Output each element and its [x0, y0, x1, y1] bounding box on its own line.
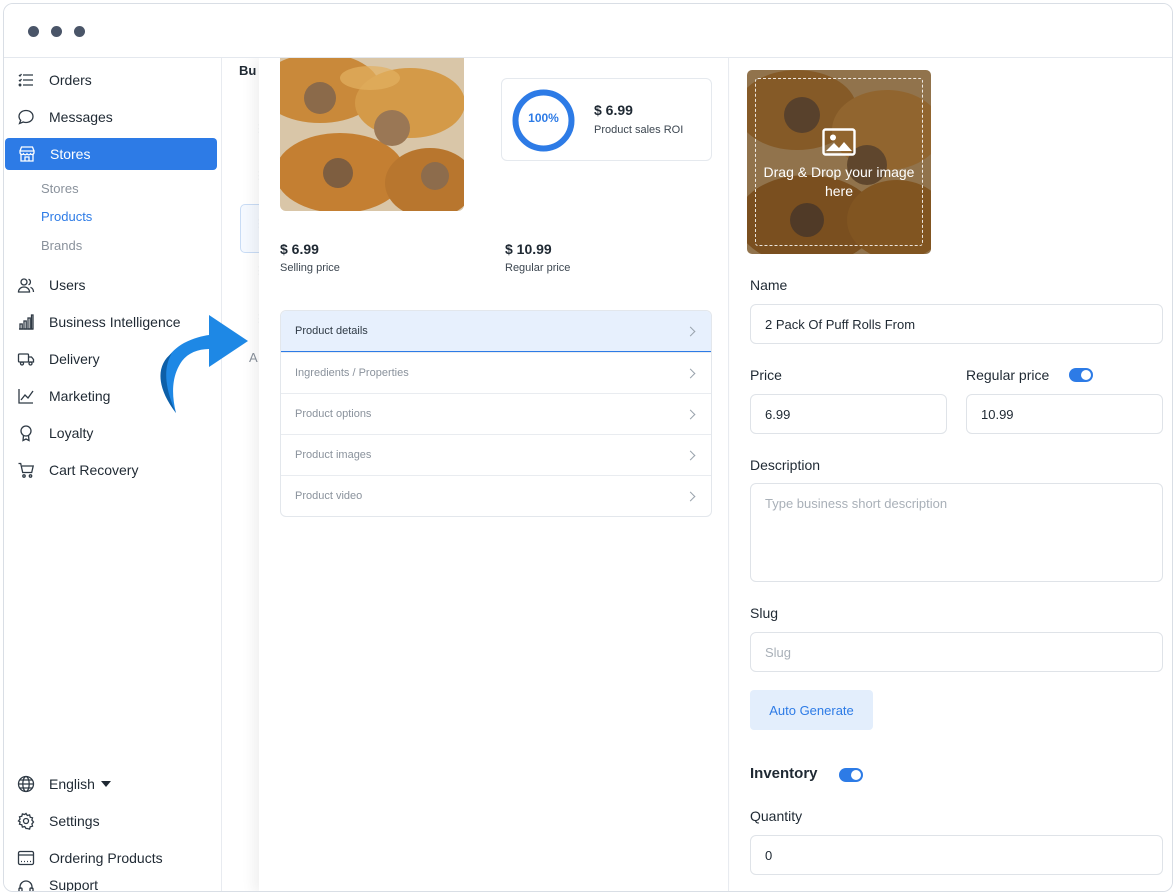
- gear-icon: [16, 811, 36, 831]
- sidebar-subitem-products[interactable]: Products: [41, 209, 92, 224]
- roi-card: 100% $ 6.99 Product sales ROI: [501, 78, 712, 161]
- image-icon: [822, 128, 856, 156]
- window-maximize-button[interactable]: [74, 26, 85, 37]
- regular-price-value: $ 10.99: [505, 241, 552, 257]
- roi-label: Product sales ROI: [594, 124, 684, 136]
- globe-icon: [16, 774, 36, 794]
- background-product-list: Bu A: [222, 58, 270, 891]
- inventory-heading: Inventory: [750, 765, 818, 782]
- sidebar-subitem-stores[interactable]: Stores: [41, 181, 79, 196]
- window-minimize-button[interactable]: [51, 26, 62, 37]
- section-label: Product options: [295, 408, 372, 420]
- description-label: Description: [750, 457, 821, 473]
- language-label: English: [49, 776, 95, 792]
- name-field[interactable]: 2 Pack Of Puff Rolls From: [750, 304, 1163, 344]
- chevron-right-icon: [685, 491, 696, 501]
- inventory-toggle[interactable]: [839, 768, 863, 782]
- regular-price-field[interactable]: 10.99: [966, 394, 1163, 434]
- sidebar-item-label: Delivery: [49, 351, 100, 367]
- name-label: Name: [750, 277, 788, 293]
- sidebar-item-settings[interactable]: Settings: [4, 805, 217, 837]
- quantity-field[interactable]: 0: [750, 835, 1163, 875]
- sidebar-item-label: Support: [49, 877, 99, 892]
- users-icon: [16, 275, 36, 295]
- section-ingredients-properties[interactable]: Ingredients / Properties: [281, 352, 711, 393]
- product-image: [280, 58, 464, 211]
- award-icon: [16, 423, 36, 443]
- truck-icon: [16, 349, 36, 369]
- sidebar-item-label: Marketing: [49, 388, 111, 404]
- selling-price-label: Selling price: [280, 262, 340, 274]
- chevron-right-icon: [685, 450, 696, 460]
- headset-icon: [16, 877, 36, 891]
- product-summary-panel: 100% $ 6.99 Product sales ROI $ 6.99 Sel…: [259, 58, 729, 891]
- section-label: Ingredients / Properties: [295, 367, 409, 379]
- list-icon: [16, 70, 36, 90]
- product-details-form: Drag & Drop your image here Name 2 Pack …: [730, 58, 1172, 891]
- window-icon: [16, 848, 36, 868]
- regular-price-label: Regular price: [966, 367, 1050, 383]
- price-label: Price: [750, 367, 782, 383]
- app-window: Orders Messages Stores Stores Products B…: [3, 3, 1173, 892]
- sidebar-item-label: Orders: [49, 72, 92, 88]
- chevron-right-icon: [685, 409, 696, 419]
- section-label: Product video: [295, 490, 363, 502]
- roi-price: $ 6.99: [594, 102, 633, 118]
- sidebar-item-label: Cart Recovery: [49, 462, 139, 478]
- section-product-images[interactable]: Product images: [281, 434, 711, 475]
- product-sections-menu: Product details Ingredients / Properties…: [280, 310, 712, 517]
- sidebar-item-label: Loyalty: [49, 425, 94, 441]
- cart-icon: [16, 460, 36, 480]
- section-label: Product images: [295, 449, 372, 461]
- regular-price-label: Regular price: [505, 262, 571, 274]
- bar-chart-icon: [16, 312, 36, 332]
- chevron-right-icon: [685, 326, 696, 336]
- window-close-button[interactable]: [28, 26, 39, 37]
- section-product-video[interactable]: Product video: [281, 475, 711, 516]
- chat-bubble-icon: [16, 107, 36, 127]
- slug-label: Slug: [750, 605, 779, 621]
- selling-price-value: $ 6.99: [280, 241, 319, 257]
- list-header: Bu: [239, 63, 257, 78]
- price-field[interactable]: 6.99: [750, 394, 947, 434]
- sidebar-item-label: Ordering Products: [49, 850, 163, 866]
- roi-percent: 100%: [528, 111, 559, 125]
- sidebar-item-users[interactable]: Users: [4, 269, 217, 301]
- slug-input[interactable]: Slug: [750, 632, 1163, 672]
- chevron-right-icon: [685, 368, 696, 378]
- line-chart-icon: [16, 386, 36, 406]
- sidebar-item-orders[interactable]: Orders: [4, 64, 217, 96]
- description-textarea[interactable]: Type business short description: [750, 483, 1163, 582]
- sidebar-item-stores[interactable]: Stores: [5, 138, 217, 170]
- section-label: Product details: [295, 325, 368, 337]
- auto-generate-button[interactable]: Auto Generate: [750, 690, 873, 730]
- sidebar-item-ordering-products[interactable]: Ordering Products: [4, 842, 217, 874]
- sidebar: Orders Messages Stores Stores Products B…: [4, 58, 222, 892]
- sidebar-subitem-brands[interactable]: Brands: [41, 238, 82, 253]
- section-product-details[interactable]: Product details: [281, 311, 711, 352]
- sidebar-item-loyalty[interactable]: Loyalty: [4, 417, 217, 449]
- curved-arrow-icon: [160, 315, 248, 413]
- sidebar-item-label: Settings: [49, 813, 100, 829]
- language-selector[interactable]: English: [4, 768, 217, 800]
- caret-down-icon: [100, 781, 111, 787]
- sidebar-item-support[interactable]: Support: [4, 873, 217, 892]
- image-upload-dropzone[interactable]: Drag & Drop your image here: [747, 70, 931, 254]
- sidebar-item-cart-recovery[interactable]: Cart Recovery: [4, 454, 217, 486]
- sidebar-item-messages[interactable]: Messages: [4, 101, 217, 133]
- section-product-options[interactable]: Product options: [281, 393, 711, 434]
- sidebar-item-label: Users: [49, 277, 86, 293]
- dropzone-border: [755, 78, 923, 246]
- dropzone-text: Drag & Drop your image here: [763, 164, 915, 199]
- sidebar-item-label: Stores: [50, 146, 91, 162]
- store-icon: [17, 144, 37, 164]
- sidebar-item-label: Messages: [49, 109, 113, 125]
- quantity-label: Quantity: [750, 808, 803, 824]
- title-bar: [4, 4, 1172, 58]
- regular-price-toggle[interactable]: [1069, 368, 1093, 382]
